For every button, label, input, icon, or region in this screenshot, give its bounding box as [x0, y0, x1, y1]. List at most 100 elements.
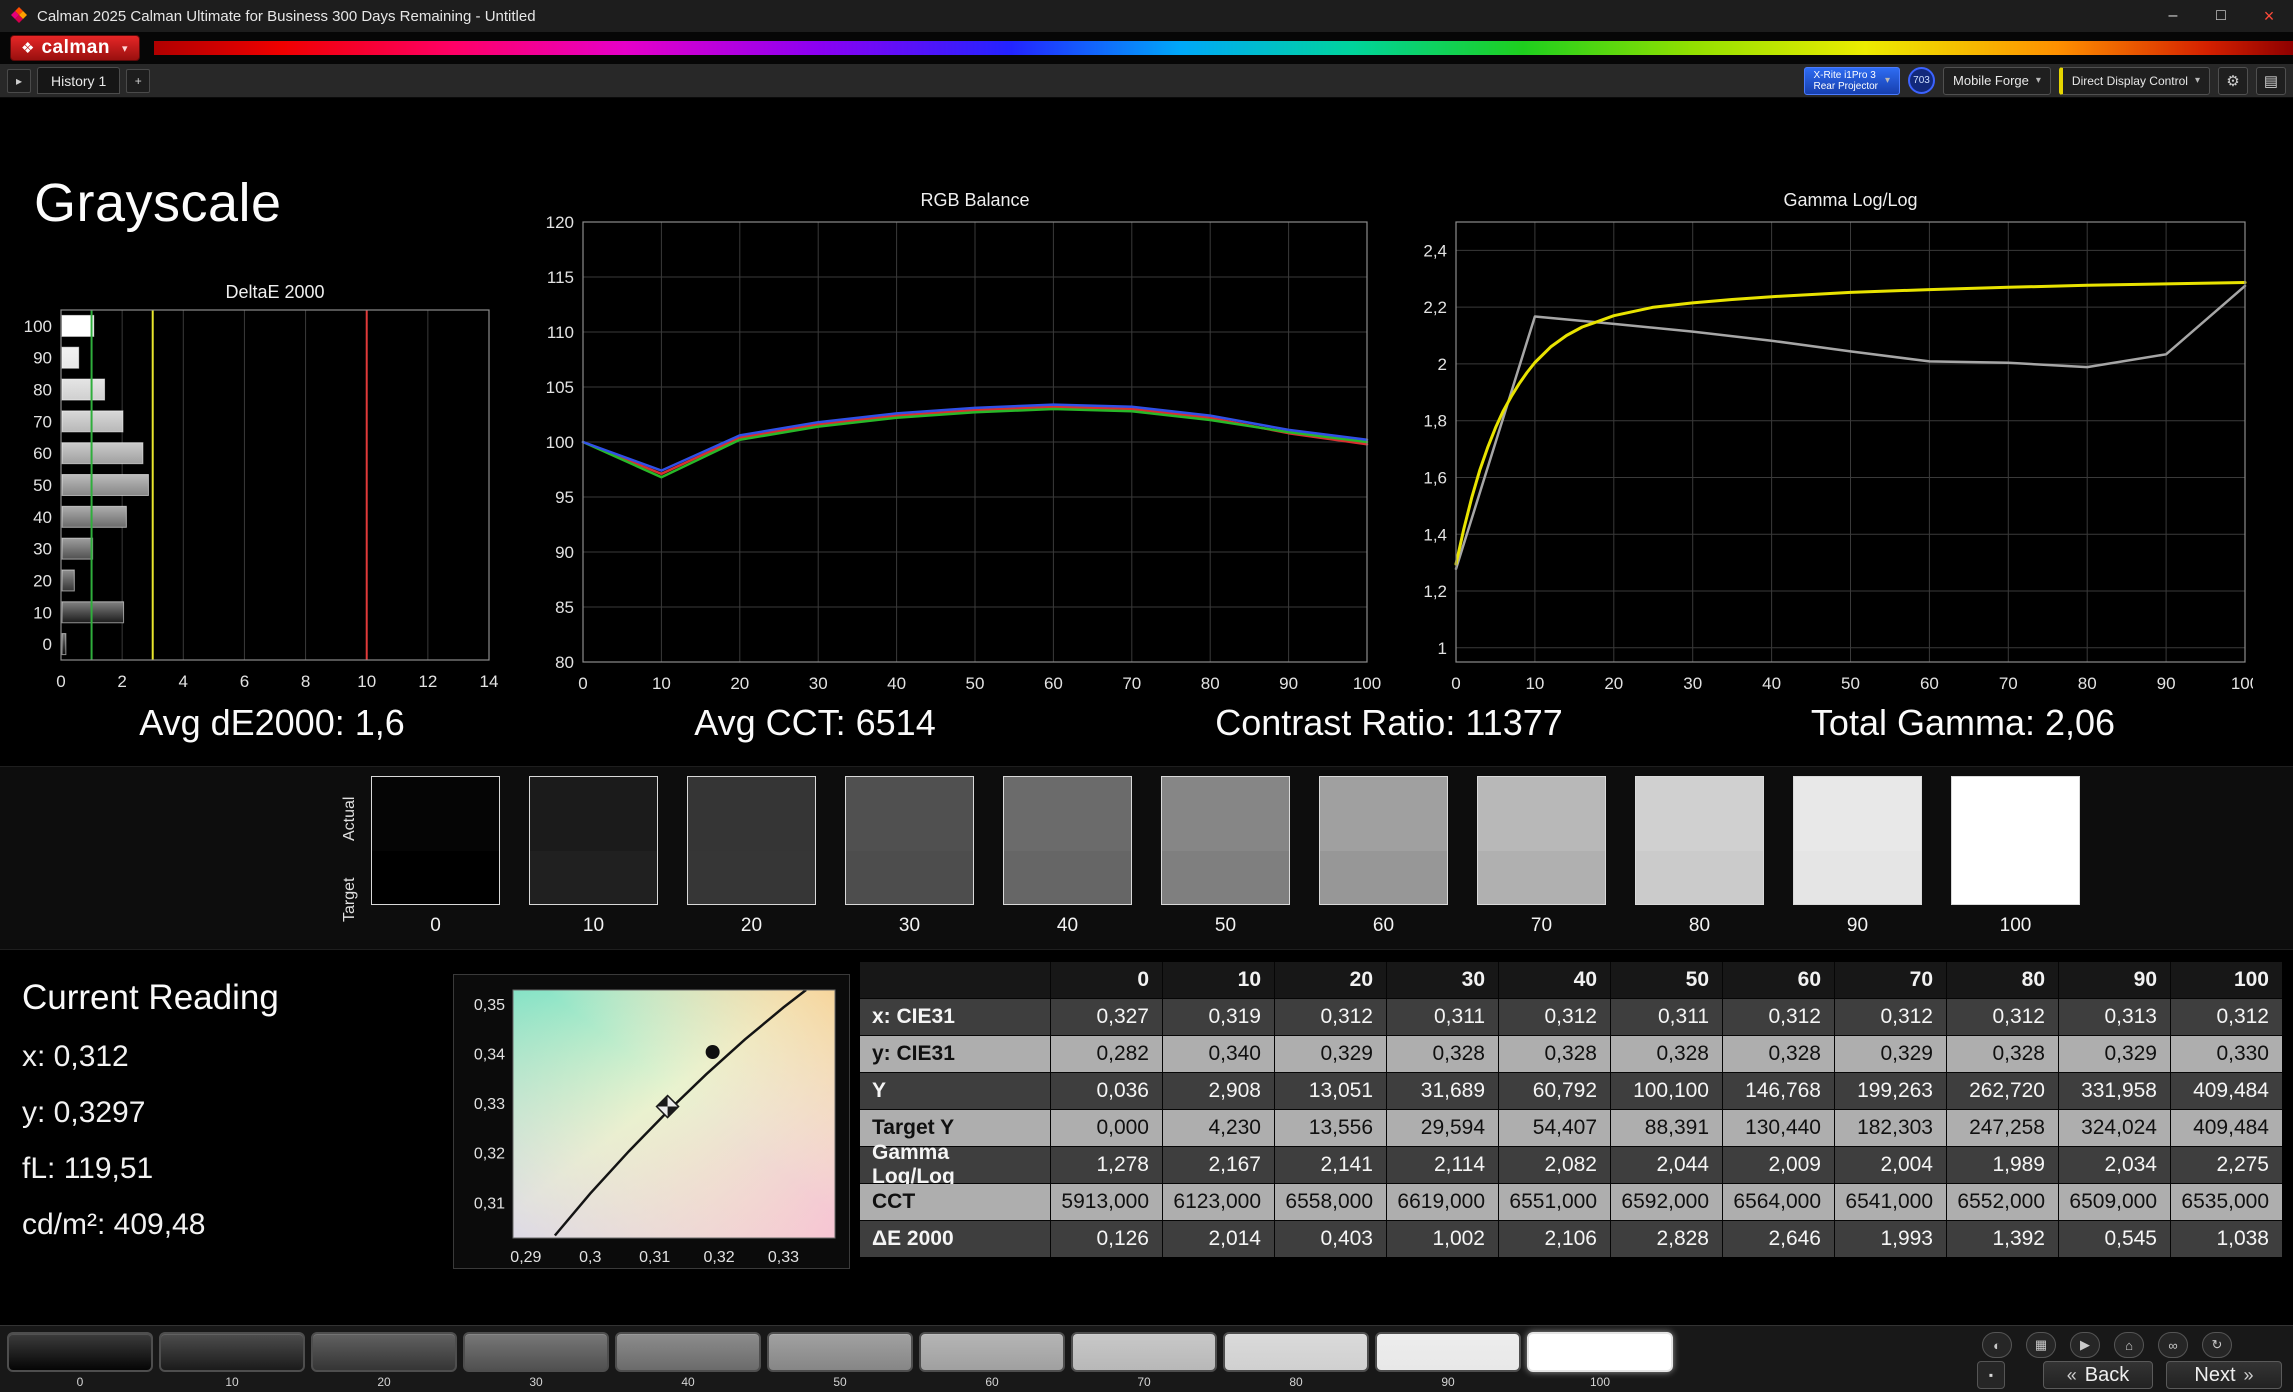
svg-text:10: 10 [357, 672, 376, 691]
minimize-button[interactable]: – [2149, 0, 2197, 32]
table-cell: 0,312 [1835, 999, 1946, 1035]
gear-icon[interactable]: ⚙ [2218, 66, 2248, 95]
table-cell: 6619,000 [1387, 1184, 1498, 1220]
swatch-level-label: 60 [1372, 915, 1395, 936]
continuous-icon[interactable]: ∞ [2158, 1332, 2188, 1358]
swatch-level-label: 30 [898, 915, 921, 936]
table-cell: 13,051 [1275, 1073, 1386, 1109]
pattern-button-0[interactable] [7, 1332, 153, 1372]
page-title: Grayscale [34, 173, 282, 233]
table-row-label: Y [860, 1073, 1050, 1109]
pattern-button-90[interactable] [1375, 1332, 1521, 1372]
pattern-button-60[interactable] [919, 1332, 1065, 1372]
deltae-chart-title: DeltaE 2000 [225, 282, 325, 302]
table-cell: 2,114 [1387, 1147, 1498, 1183]
table-cell: 6509,000 [2059, 1184, 2170, 1220]
svg-text:90: 90 [1279, 674, 1298, 693]
table-cell: 0,282 [1051, 1036, 1162, 1072]
pattern-button-100[interactable] [1527, 1332, 1673, 1372]
table-cell: 6123,000 [1163, 1184, 1274, 1220]
table-cell: 2,044 [1611, 1147, 1722, 1183]
swatch-actual-patch [1952, 777, 2079, 851]
svg-text:50: 50 [33, 476, 52, 495]
toolbar-right-group: X-Rite i1Pro 3 Rear Projector ▾ 703 Mobi… [1803, 66, 2286, 95]
grayscale-swatch-100 [1951, 776, 2080, 905]
table-cell: 0,311 [1611, 999, 1722, 1035]
table-cell: 0,545 [2059, 1221, 2170, 1257]
avg-de2000-stat: Avg dE2000: 1,6 [139, 702, 405, 743]
pattern-button-70[interactable] [1071, 1332, 1217, 1372]
panel-toggle-icon[interactable]: ▤ [2256, 66, 2286, 95]
svg-text:2,4: 2,4 [1423, 241, 1447, 260]
pattern-icon[interactable]: ▦ [2026, 1332, 2056, 1358]
table-cell: 0,319 [1163, 999, 1274, 1035]
svg-text:80: 80 [33, 381, 52, 400]
table-cell: 247,258 [1947, 1110, 2058, 1146]
svg-text:40: 40 [33, 508, 52, 527]
svg-text:100: 100 [2231, 674, 2253, 693]
play-icon[interactable]: ▶ [2070, 1332, 2100, 1358]
pattern-button-label: 20 [377, 1375, 391, 1389]
source-dropdown[interactable]: Mobile Forge ▾ [1943, 66, 2051, 95]
swatch-target-patch [688, 850, 815, 904]
tab-history-1[interactable]: History 1 [37, 67, 121, 94]
bottom-bar: ▪ « Back Next » 0 10 20 30 40 50 60 70 80 90 100 ◐ ▦… [0, 1325, 2293, 1392]
home-icon[interactable]: ⌂ [2114, 1332, 2144, 1358]
pattern-button-50[interactable] [767, 1332, 913, 1372]
deltae-bar-40 [61, 505, 127, 528]
table-cell: 0,312 [1499, 999, 1610, 1035]
pattern-button-30[interactable] [463, 1332, 609, 1372]
svg-text:30: 30 [809, 674, 828, 693]
back-button[interactable]: « Back [2043, 1361, 2153, 1389]
target-row-label: Target [341, 877, 358, 923]
svg-text:115: 115 [547, 268, 574, 287]
next-label: Next [2194, 1363, 2236, 1386]
table-cell: 0,312 [1723, 999, 1834, 1035]
chevron-down-icon: ▾ [1884, 75, 1891, 86]
calman-menu-button[interactable]: ❖ calman ▾ [10, 35, 141, 61]
table-cell: 6535,000 [2171, 1184, 2282, 1220]
svg-text:120: 120 [546, 216, 574, 232]
table-cell: 182,303 [1835, 1110, 1946, 1146]
app-icon [10, 7, 28, 25]
add-tab-button[interactable]: + [126, 68, 151, 93]
pattern-button-80[interactable] [1223, 1332, 1369, 1372]
table-cell: 2,908 [1163, 1073, 1274, 1109]
pattern-window-button[interactable]: ▪ [1977, 1361, 2005, 1389]
swatch-level-label: 90 [1846, 915, 1869, 936]
history-expand-button[interactable]: ▸ [7, 68, 31, 93]
meter-icon[interactable]: ◐ [1982, 1332, 2012, 1358]
svg-text:50: 50 [966, 674, 985, 693]
pattern-button-20[interactable] [311, 1332, 457, 1372]
svg-text:100: 100 [24, 317, 52, 336]
grayscale-swatch-20 [687, 776, 816, 905]
next-button[interactable]: Next » [2166, 1361, 2282, 1389]
svg-text:1,6: 1,6 [1423, 468, 1447, 487]
svg-text:90: 90 [33, 349, 52, 368]
swatch-level-label: 100 [1999, 915, 2032, 936]
deltae-bar-80 [61, 378, 106, 401]
meter-dropdown[interactable]: X-Rite i1Pro 3 Rear Projector ▾ [1803, 66, 1901, 95]
table-header-80: 80 [1947, 962, 2058, 998]
swatch-level-label: 80 [1688, 915, 1711, 936]
pattern-button-10[interactable] [159, 1332, 305, 1372]
table-cell: 0,313 [2059, 999, 2170, 1035]
display-control-dropdown[interactable]: Direct Display Control ▾ [2058, 66, 2210, 95]
swatch-level-label: 40 [1056, 915, 1079, 936]
swatch-target-patch [1162, 850, 1289, 904]
total-gamma-stat: Total Gamma: 2,06 [1810, 702, 2116, 743]
svg-text:0,32: 0,32 [474, 1146, 505, 1163]
table-header-100: 100 [2171, 962, 2282, 998]
svg-text:60: 60 [1044, 674, 1063, 693]
gamma-chart-svg: 2,4 2,2 2 1,8 1,6 1,4 1,2 10 10 20 30 40 50 60 70 80 90 1… [1423, 221, 2253, 693]
swatch-target-patch [530, 850, 657, 904]
svg-text:30: 30 [1683, 674, 1702, 693]
table-cell: 0,340 [1163, 1036, 1274, 1072]
svg-text:6: 6 [240, 672, 249, 691]
close-button[interactable]: × [2245, 0, 2293, 32]
maximize-button[interactable]: □ [2197, 0, 2245, 32]
meter-profile-badge[interactable]: 703 [1908, 67, 1936, 94]
table-cell: 6592,000 [1611, 1184, 1722, 1220]
pattern-button-40[interactable] [615, 1332, 761, 1372]
refresh-icon[interactable]: ↻ [2202, 1332, 2232, 1358]
